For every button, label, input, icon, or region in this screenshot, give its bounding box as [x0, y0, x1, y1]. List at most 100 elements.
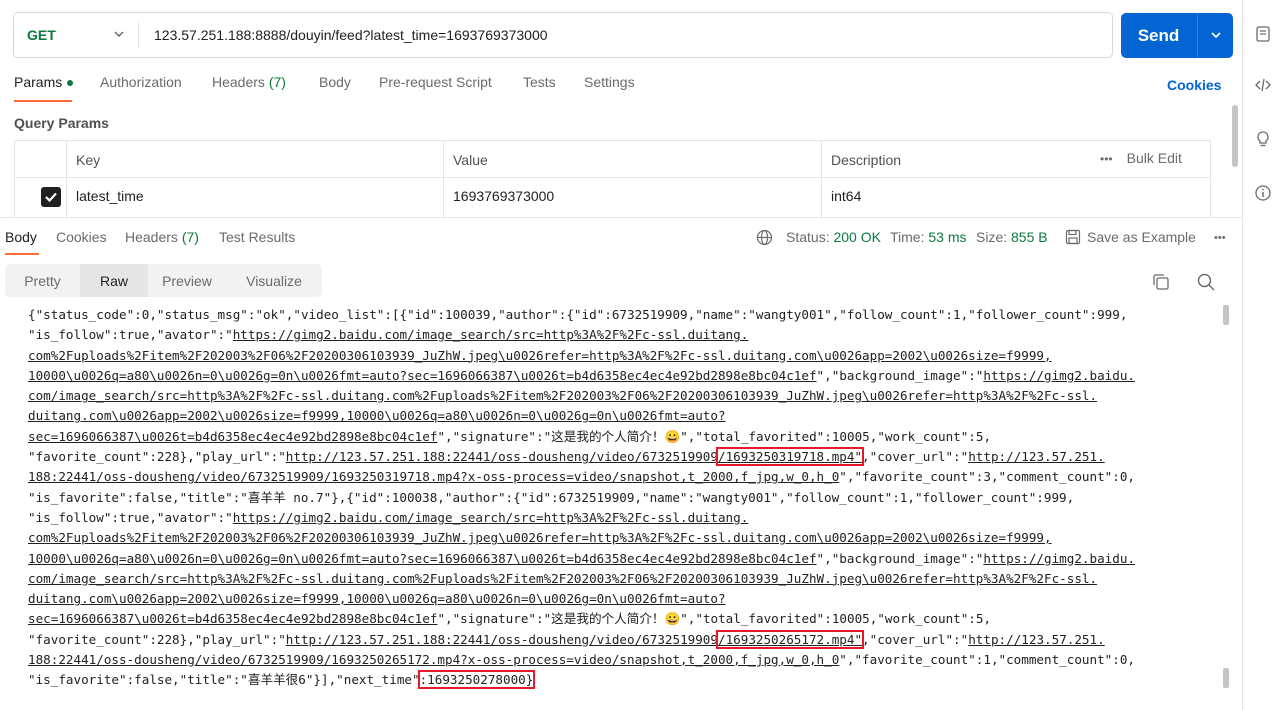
response-link-text[interactable]: com/image_search/src=http%3A%2F%2Fc-ssl.… [28, 388, 1097, 403]
globe-icon[interactable] [756, 229, 773, 246]
status-info: Status: 200 OK [786, 229, 881, 245]
response-body-line: com%2Fuploads%2Fitem%2F202003%2F06%2F202… [28, 346, 1218, 366]
response-text: ","favorite_count":1,"comment_count":0, [839, 652, 1135, 668]
response-link-text[interactable]: com%2Fuploads%2Fitem%2F202003%2F06%2F202… [28, 348, 1052, 363]
url-input[interactable] [154, 13, 1094, 57]
response-link-text[interactable]: com%2Fuploads%2Fitem%2F202003%2F06%2F202… [28, 530, 1052, 545]
response-text: "favorite_count":228},"play_url":" [28, 449, 286, 465]
response-link-text[interactable]: duitang.com\u0026app=2002\u0026size=f999… [28, 591, 726, 606]
time-label: Time: [890, 229, 925, 245]
tab-label: Pre-request Script [379, 74, 492, 90]
response-link-text[interactable]: http://123.57.251. [968, 632, 1104, 647]
response-text: :1693250278000} [417, 670, 536, 690]
save-example-label: Save as Example [1087, 229, 1196, 245]
response-link-text[interactable]: https://gimg2.baidu.com/image_search/src… [233, 510, 749, 525]
response-link-text[interactable]: 10000\u0026q=a80\u0026n=0\u0026g=0n\u002… [28, 368, 817, 383]
column-header-value: Value [453, 152, 488, 168]
search-icon[interactable] [1196, 272, 1216, 292]
response-link-text[interactable]: /1693250265172.mp4" [715, 629, 865, 649]
send-button[interactable]: Send [1121, 13, 1233, 58]
lightbulb-icon[interactable] [1254, 130, 1272, 148]
tab-response-cookies[interactable]: Cookies [56, 229, 107, 245]
send-options-chevron-icon[interactable] [1209, 28, 1223, 42]
time-value[interactable]: 53 ms [928, 229, 966, 245]
tab-response-body[interactable]: Body [5, 229, 37, 245]
tab-body[interactable]: Body [319, 74, 351, 90]
response-body-line: "is_favorite":false,"title":"喜羊羊很6"}],"n… [28, 670, 1218, 690]
response-body-line: com/image_search/src=http%3A%2F%2Fc-ssl.… [28, 569, 1218, 589]
view-raw[interactable]: Raw [80, 264, 148, 297]
param-checkbox[interactable] [41, 187, 61, 207]
scrollbar-thumb[interactable] [1232, 105, 1238, 167]
view-preview[interactable]: Preview [148, 264, 226, 297]
status-label: Status: [786, 229, 830, 245]
tab-headers[interactable]: Headers (7) [212, 74, 286, 90]
info-icon[interactable] [1254, 184, 1272, 202]
response-text: ,"cover_url":" [862, 449, 969, 465]
status-value[interactable]: 200 OK [833, 229, 880, 245]
response-body-line: sec=1696066387\u0026t=b4d6358ec4ec4e92bd… [28, 427, 1218, 447]
cookies-link[interactable]: Cookies [1167, 77, 1221, 93]
response-link-text[interactable]: 188:22441/oss-dousheng/video/6732519909/… [28, 652, 839, 667]
response-text: ","signature":"这是我的个人简介！😀","total_favori… [437, 428, 992, 444]
method-label: GET [27, 27, 56, 43]
more-options-icon[interactable]: ••• [1214, 232, 1226, 244]
save-as-example-button[interactable]: Save as Example [1065, 229, 1196, 245]
chevron-down-icon [114, 31, 124, 38]
response-body-line: 10000\u0026q=a80\u0026n=0\u0026g=0n\u002… [28, 549, 1218, 569]
response-text: ","favorite_count":3,"comment_count":0, [839, 469, 1135, 485]
tab-authorization[interactable]: Authorization [100, 74, 182, 90]
more-icon[interactable]: ••• [1100, 152, 1113, 166]
view-mode-selector: Pretty Raw Preview Visualize [5, 264, 322, 297]
response-link-text[interactable]: sec=1696066387\u0026t=b4d6358ec4ec4e92bd… [28, 429, 437, 444]
size-label: Size: [976, 229, 1008, 245]
response-link-text[interactable]: duitang.com\u0026app=2002\u0026size=f999… [28, 408, 726, 423]
response-link-text[interactable]: https://gimg2.baidu. [983, 368, 1135, 383]
response-link-text[interactable]: /1693250319718.mp4" [715, 447, 865, 467]
tab-label: Headers [212, 74, 265, 90]
scrollbar-thumb[interactable] [1223, 668, 1229, 688]
params-active-dot [67, 80, 74, 87]
tab-settings[interactable]: Settings [584, 74, 635, 90]
response-link-text[interactable]: http://123.57.251.188:22441/oss-dousheng… [286, 449, 718, 464]
param-key-cell[interactable]: latest_time [76, 188, 144, 204]
column-header-description: Description [831, 152, 902, 168]
response-link-text[interactable]: sec=1696066387\u0026t=b4d6358ec4ec4e92bd… [28, 611, 437, 626]
tab-tests[interactable]: Tests [523, 74, 556, 90]
response-text: ","background_image":" [816, 367, 984, 383]
response-link-text[interactable]: 10000\u0026q=a80\u0026n=0\u0026g=0n\u002… [28, 551, 817, 566]
response-link-text[interactable]: https://gimg2.baidu.com/image_search/src… [233, 327, 749, 342]
copy-icon[interactable] [1151, 272, 1171, 292]
method-select[interactable]: GET [14, 13, 138, 57]
tab-label: Authorization [100, 74, 182, 90]
scrollbar-thumb[interactable] [1223, 305, 1229, 325]
size-value[interactable]: 855 B [1011, 229, 1048, 245]
response-link-text[interactable]: https://gimg2.baidu. [983, 551, 1135, 566]
view-pretty[interactable]: Pretty [5, 264, 80, 297]
code-icon[interactable] [1254, 76, 1272, 94]
response-body-line: com%2Fuploads%2Fitem%2F202003%2F06%2F202… [28, 528, 1218, 548]
response-text: "is_follow":true,"avator":" [28, 509, 233, 525]
response-link-text[interactable]: 188:22441/oss-dousheng/video/6732519909/… [28, 469, 839, 484]
tab-pre-request-script[interactable]: Pre-request Script [379, 74, 492, 90]
request-url-bar: GET [13, 12, 1113, 58]
tab-count: (7) [268, 74, 286, 90]
active-tab-indicator [14, 100, 72, 102]
tab-response-headers[interactable]: Headers (7) [125, 229, 199, 245]
bulk-edit-button[interactable]: ••• Bulk Edit [1100, 150, 1182, 166]
param-description-cell[interactable]: int64 [831, 188, 861, 204]
response-link-text[interactable]: http://123.57.251. [968, 449, 1104, 464]
view-visualize[interactable]: Visualize [226, 264, 322, 297]
param-value-cell[interactable]: 1693769373000 [453, 188, 554, 204]
response-body[interactable]: {"status_code":0,"status_msg":"ok","vide… [28, 305, 1218, 691]
save-icon [1065, 229, 1081, 245]
response-text: ","background_image":" [816, 550, 984, 566]
tab-params[interactable]: Params [14, 74, 74, 90]
tab-test-results[interactable]: Test Results [219, 229, 295, 245]
response-body-line: "is_follow":true,"avator":"https://gimg2… [28, 325, 1218, 345]
response-text: "is_follow":true,"avator":" [28, 327, 233, 343]
response-link-text[interactable]: http://123.57.251.188:22441/oss-dousheng… [286, 632, 718, 647]
response-body-line: duitang.com\u0026app=2002\u0026size=f999… [28, 406, 1218, 426]
documentation-icon[interactable] [1254, 25, 1272, 43]
response-link-text[interactable]: com/image_search/src=http%3A%2F%2Fc-ssl.… [28, 571, 1097, 586]
